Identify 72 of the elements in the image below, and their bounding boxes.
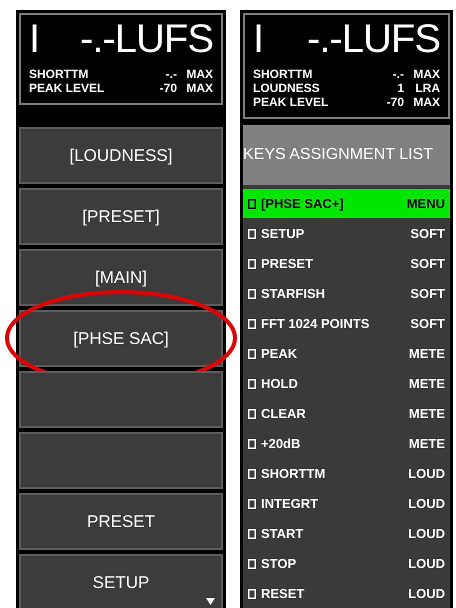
key-group: METE <box>408 344 445 364</box>
list-title: KEYS ASSIGNMENT LIST <box>243 145 433 165</box>
meter-value: -70 <box>386 95 404 109</box>
soft-key-button[interactable]: [PRESET] <box>19 188 223 245</box>
checkbox-icon <box>248 288 256 298</box>
key-label: PEAK <box>261 344 298 363</box>
meter-unit: MAX <box>412 95 440 109</box>
meter-unit: MAX <box>185 81 213 95</box>
soft-key-button[interactable] <box>19 432 223 489</box>
key-group: METE <box>408 374 445 394</box>
key-label: SETUP <box>261 224 306 243</box>
key-label: CLEAR <box>261 404 307 423</box>
key-group: SOFT <box>410 284 445 304</box>
checkbox-icon <box>248 438 256 448</box>
meter-unit: MAX <box>412 67 440 81</box>
mode-indicator: I <box>253 19 264 59</box>
key-label: FFT 1024 POINTS <box>261 314 370 333</box>
key-label: INTEGRT <box>261 494 320 513</box>
key-group: LOUD <box>408 554 445 574</box>
meter-label: PEAK LEVEL <box>253 95 330 109</box>
key-label: STOP <box>261 554 298 573</box>
checkbox-icon <box>248 498 256 508</box>
checkbox-icon <box>248 348 256 358</box>
checkbox-icon <box>248 558 256 568</box>
checkbox-icon <box>248 468 256 478</box>
key-group: LOUD <box>408 584 445 604</box>
checkbox-icon <box>248 198 256 208</box>
meter-label: SHORTTM <box>253 67 314 81</box>
soft-key-button[interactable]: [PHSE SAC] <box>19 310 223 367</box>
key-label: HOLD <box>261 374 299 393</box>
key-row[interactable]: [PHSE SAC+] MENU <box>243 189 450 218</box>
mode-indicator: I <box>29 19 40 59</box>
key-group: LOUD <box>408 464 445 484</box>
checkbox-icon <box>248 588 256 598</box>
key-group: LOUD <box>408 524 445 544</box>
lufs-reading: -.-LUFS <box>307 19 440 59</box>
meter-value: -.- <box>164 67 177 81</box>
soft-key-button[interactable] <box>19 371 223 428</box>
meter-label: PEAK LEVEL <box>29 81 106 95</box>
key-label: +20dB <box>261 434 302 453</box>
meter-label: LOUDNESS <box>253 81 321 95</box>
meter-unit: MAX <box>185 67 213 81</box>
down-triangle-icon <box>206 598 215 605</box>
key-label: START <box>261 524 304 543</box>
key-group: LOUD <box>408 494 445 514</box>
key-label: SHORTTM <box>261 464 326 483</box>
key-label: RESET <box>261 584 306 603</box>
checkbox-icon <box>248 528 256 538</box>
checkbox-icon <box>248 408 256 418</box>
meter-value: -70 <box>158 81 177 95</box>
key-label: STARFISH <box>261 284 326 303</box>
key-group: SOFT <box>410 224 445 244</box>
key-group: SOFT <box>410 254 445 274</box>
key-group: MENU <box>406 194 445 214</box>
soft-key-button[interactable]: PRESET <box>19 493 223 550</box>
meter-value: 1 <box>396 81 404 95</box>
key-group: METE <box>408 434 445 454</box>
checkbox-icon <box>248 228 256 238</box>
key-label: PRESET <box>261 254 314 273</box>
checkbox-icon <box>248 318 256 328</box>
meter-value: -.- <box>392 67 404 81</box>
soft-key-button[interactable]: SETUP <box>19 554 223 608</box>
key-group: METE <box>408 404 445 424</box>
soft-key-button[interactable]: [LOUDNESS] <box>19 127 223 184</box>
checkbox-icon <box>248 378 256 388</box>
lufs-reading: -.-LUFS <box>80 19 213 59</box>
soft-key-button[interactable]: [MAIN] <box>19 249 223 306</box>
meter-unit: LRA <box>414 81 440 95</box>
key-label: [PHSE SAC+] <box>261 194 345 213</box>
meter-label: SHORTTM <box>29 67 90 81</box>
key-group: SOFT <box>410 314 445 334</box>
checkbox-icon <box>248 258 256 268</box>
